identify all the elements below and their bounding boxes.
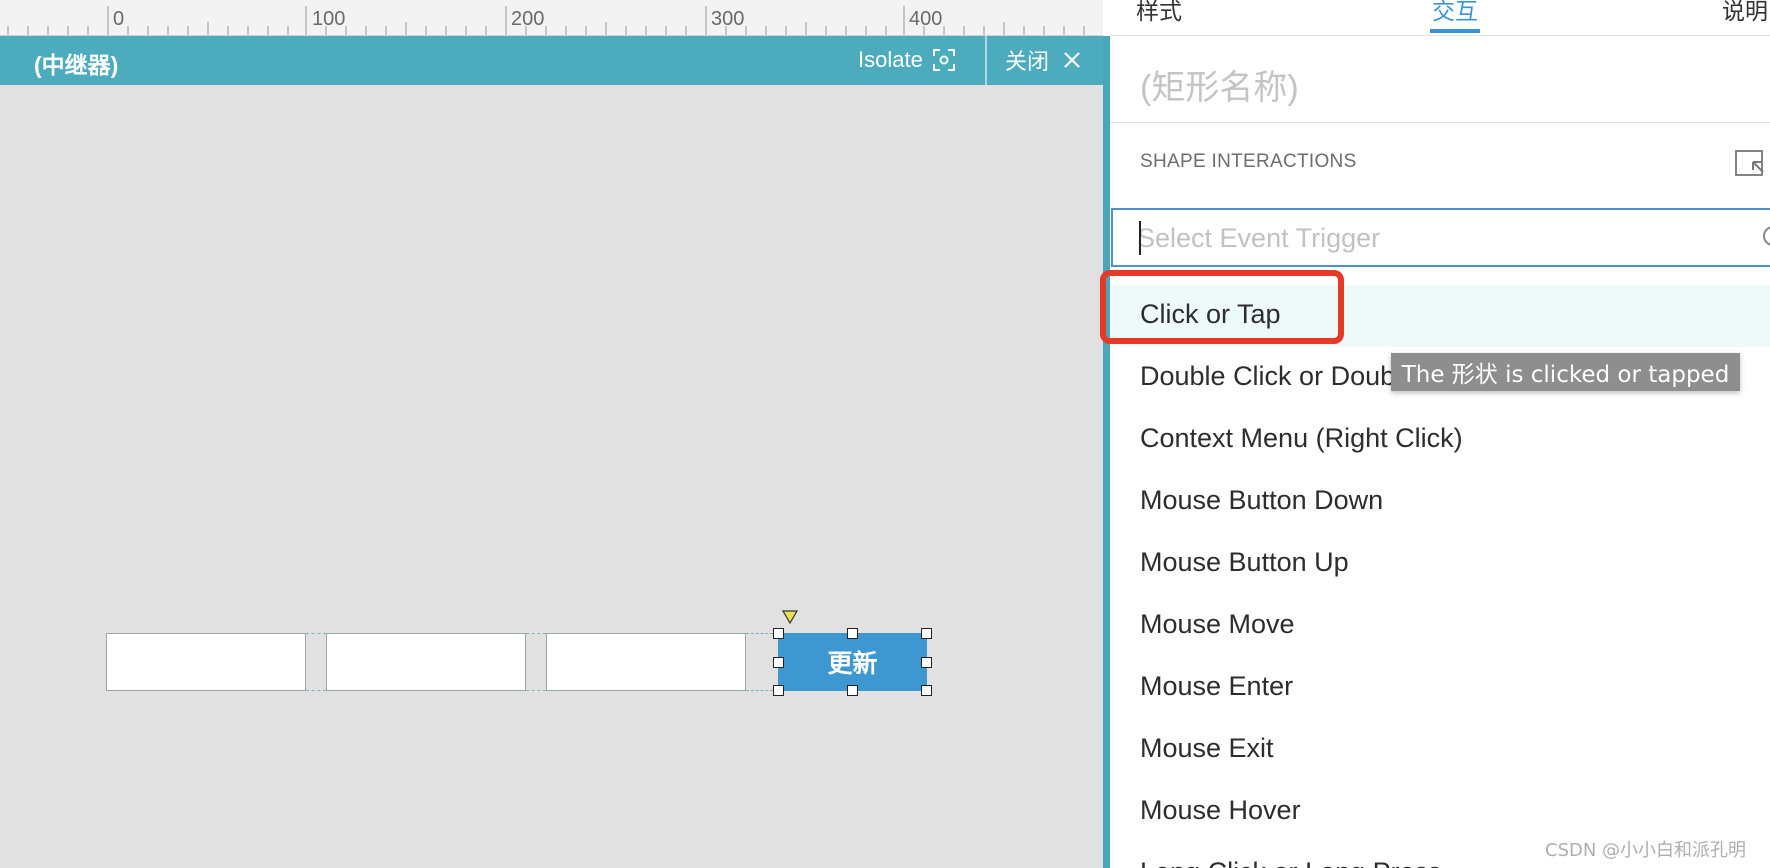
tab-notes[interactable]: 说明 <box>1722 0 1768 26</box>
menu-item-context-menu[interactable]: Context Menu (Right Click) <box>1110 409 1770 471</box>
repeater-title: (中继器) <box>34 52 119 78</box>
repeater-cell-3[interactable] <box>546 633 746 691</box>
isolate-label: Isolate <box>858 47 923 72</box>
resize-handle-tl[interactable] <box>773 628 784 639</box>
tabs-divider <box>1110 35 1770 36</box>
design-canvas[interactable] <box>0 36 1103 868</box>
text-caret <box>1139 221 1141 255</box>
repeater-cell-2[interactable] <box>326 633 526 691</box>
selection-marker-icon <box>782 610 798 624</box>
menu-item-mouse-exit[interactable]: Mouse Exit <box>1110 719 1770 781</box>
ruler-label-300: 300 <box>711 8 745 30</box>
shape-name-field[interactable]: (矩形名称) <box>1140 60 1299 109</box>
menu-item-mouse-move[interactable]: Mouse Move <box>1110 595 1770 657</box>
event-trigger-field[interactable] <box>1111 208 1770 267</box>
ruler-label-0: 0 <box>113 8 125 30</box>
update-button[interactable]: 更新 <box>778 633 927 691</box>
close-repeater-button[interactable]: 关闭 <box>1005 45 1081 75</box>
tab-interactions[interactable]: 交互 <box>1432 0 1478 26</box>
search-icon <box>1763 226 1770 246</box>
event-trigger-input[interactable] <box>1137 218 1737 258</box>
isolate-button[interactable]: Isolate <box>858 45 955 75</box>
ruler-label-400: 400 <box>909 8 943 30</box>
interaction-settings-icon[interactable] <box>1735 150 1767 178</box>
resize-handle-bottom[interactable] <box>847 685 858 696</box>
close-icon <box>1064 52 1080 68</box>
ruler-label-100: 100 <box>312 8 346 30</box>
tab-style[interactable]: 样式 <box>1136 0 1182 26</box>
horizontal-ruler: 0 100 200 300 400 <box>0 0 1103 36</box>
menu-item-mouse-hover[interactable]: Mouse Hover <box>1110 781 1770 843</box>
trigger-tooltip: The 形状 is clicked or tapped <box>1391 353 1740 391</box>
cell-gap-dash <box>526 633 546 691</box>
repeater-cell-1[interactable] <box>106 633 306 691</box>
resize-handle-left[interactable] <box>773 657 784 668</box>
isolate-focus-icon <box>932 49 955 71</box>
name-divider <box>1110 122 1770 123</box>
cell-gap-dash <box>306 633 326 691</box>
inspector-panel: 样式 交互 说明 (矩形名称) SHAPE INTERACTIONS Click… <box>1110 0 1770 868</box>
close-label: 关闭 <box>1005 49 1050 74</box>
canvas-edge-border <box>1103 36 1110 868</box>
repeater-edit-bar: (中继器) Isolate 关闭 <box>0 36 1103 85</box>
annotation-highlight-box <box>1100 270 1344 344</box>
resize-handle-top[interactable] <box>847 628 858 639</box>
resize-handle-bl[interactable] <box>773 685 784 696</box>
section-title: SHAPE INTERACTIONS <box>1140 151 1357 172</box>
menu-item-mouse-enter[interactable]: Mouse Enter <box>1110 657 1770 719</box>
watermark: CSDN @小小白和派孔明 <box>1545 840 1747 861</box>
active-tab-indicator <box>1430 29 1480 33</box>
bar-divider <box>985 36 987 85</box>
resize-handle-br[interactable] <box>921 685 932 696</box>
menu-item-mouse-button-up[interactable]: Mouse Button Up <box>1110 533 1770 595</box>
menu-item-mouse-button-down[interactable]: Mouse Button Down <box>1110 471 1770 533</box>
resize-handle-tr[interactable] <box>921 628 932 639</box>
resize-handle-right[interactable] <box>921 657 932 668</box>
ruler-label-200: 200 <box>511 8 545 30</box>
